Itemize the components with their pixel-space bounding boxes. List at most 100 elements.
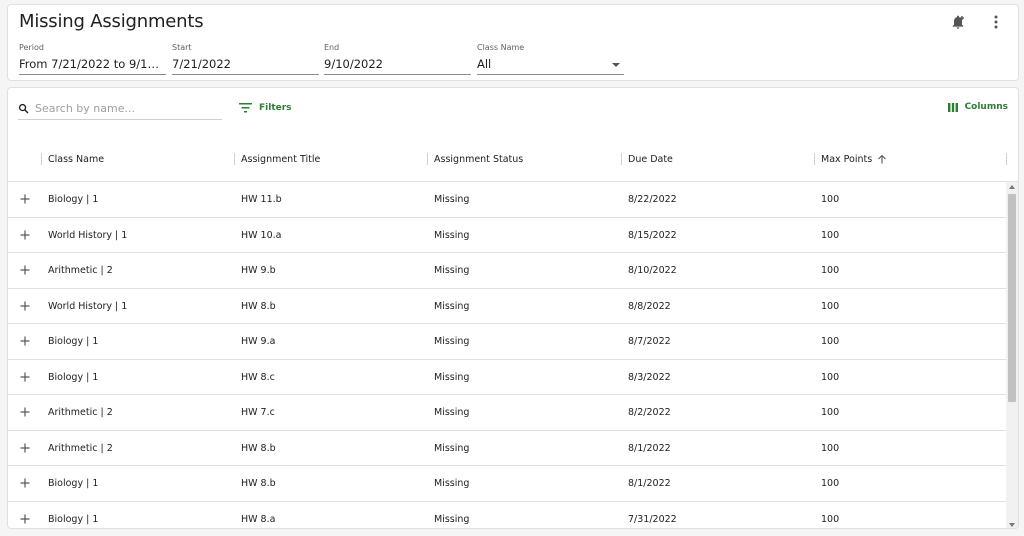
cell-assignment-status: Missing — [434, 194, 470, 205]
table-row[interactable]: Arithmetic | 2 HW 9.b Missing 8/10/2022 100 — [8, 253, 1006, 289]
table-row[interactable]: Arithmetic | 2 HW 8.b Missing 8/1/2022 100 — [8, 431, 1006, 466]
cell-assignment-title: HW 8.b — [241, 442, 276, 454]
cell-assignment-status: Missing — [434, 265, 470, 276]
table-row[interactable]: Biology | 1 HW 8.c Missing 8/3/2022 100 — [8, 360, 1006, 395]
cell-due-date: 8/7/2022 — [628, 336, 671, 347]
end-label: End — [324, 43, 340, 52]
cell-assignment-title: HW 9.a — [241, 336, 276, 347]
class-name-field[interactable]: Class Name All — [477, 43, 624, 75]
class-name-label: Class Name — [477, 43, 525, 52]
cell-due-date: 8/10/2022 — [628, 265, 677, 276]
header-card: Missing Assignments Period From 7/21/202… — [7, 4, 1019, 81]
cell-assignment-title: HW 8.b — [241, 478, 276, 489]
column-separator[interactable] — [234, 153, 235, 165]
cell-assignment-status: Missing — [434, 336, 470, 347]
period-field[interactable]: Period From 7/21/2022 to 9/1… — [19, 43, 166, 75]
cell-assignment-status: Missing — [434, 513, 470, 525]
cell-class-name: Biology | 1 — [48, 194, 99, 205]
cell-due-date: 8/1/2022 — [628, 442, 671, 454]
cell-assignment-title: HW 8.a — [241, 513, 276, 525]
cell-class-name: Arithmetic | 2 — [48, 407, 113, 418]
table-row[interactable]: Arithmetic | 2 HW 7.c Missing 8/2/2022 100 — [8, 395, 1006, 431]
table-row[interactable]: Biology | 1 HW 11.b Missing 8/22/2022 100 — [8, 182, 1006, 218]
table-row[interactable]: Biology | 1 HW 8.b Missing 8/1/2022 100 — [8, 466, 1006, 502]
cell-assignment-status: Missing — [434, 407, 470, 418]
expand-plus-icon[interactable] — [19, 193, 31, 205]
start-date-input[interactable]: 7/21/2022 — [172, 56, 319, 75]
cell-assignment-title: HW 8.b — [241, 300, 276, 312]
column-header-assignment-status[interactable]: Assignment Status — [434, 136, 523, 182]
cell-class-name: Arithmetic | 2 — [48, 442, 113, 454]
column-header-max-points[interactable]: Max Points — [821, 136, 887, 182]
start-label: Start — [172, 43, 192, 52]
start-field[interactable]: Start 7/21/2022 — [172, 43, 319, 75]
bell-plus-icon[interactable] — [948, 12, 968, 32]
expand-plus-icon[interactable] — [19, 300, 31, 312]
cell-assignment-title: HW 8.c — [241, 371, 275, 383]
column-separator[interactable] — [621, 153, 622, 165]
cell-max-points: 100 — [821, 300, 840, 312]
cell-class-name: Biology | 1 — [48, 371, 99, 383]
columns-button[interactable]: Columns — [947, 102, 1008, 112]
table-row[interactable]: Biology | 1 HW 8.a Missing 7/31/2022 100 — [8, 502, 1006, 529]
scroll-up-icon[interactable] — [1009, 185, 1015, 189]
period-label: Period — [19, 43, 44, 52]
table-row[interactable]: World History | 1 HW 8.b Missing 8/8/2022 10… — [8, 289, 1006, 324]
column-header-due-date[interactable]: Due Date — [628, 136, 673, 182]
cell-max-points: 100 — [821, 229, 840, 241]
class-name-select[interactable]: All — [477, 56, 624, 75]
cell-max-points: 100 — [821, 371, 840, 383]
expand-plus-icon[interactable] — [19, 477, 31, 489]
cell-max-points: 100 — [821, 407, 840, 418]
cell-assignment-status: Missing — [434, 371, 470, 383]
columns-button-label: Columns — [964, 102, 1008, 112]
cell-assignment-title: HW 10.a — [241, 229, 282, 241]
table-row[interactable]: World History | 1 HW 10.a Missing 8/15/2022… — [8, 218, 1006, 253]
column-header-assignment-title[interactable]: Assignment Title — [241, 136, 320, 182]
cell-class-name: World History | 1 — [48, 300, 128, 312]
arrow-up-icon[interactable] — [878, 154, 887, 164]
cell-due-date: 8/1/2022 — [628, 478, 671, 489]
filters-button[interactable]: Filters — [239, 102, 292, 113]
search-box[interactable] — [18, 98, 222, 120]
column-header-class-name[interactable]: Class Name — [48, 136, 104, 182]
cell-assignment-title: HW 9.b — [241, 265, 276, 276]
end-date-input[interactable]: 9/10/2022 — [324, 56, 471, 75]
search-icon — [18, 103, 29, 114]
cell-max-points: 100 — [821, 478, 840, 489]
expand-plus-icon[interactable] — [19, 513, 31, 525]
class-name-select-value: All — [477, 57, 492, 71]
cell-class-name: Biology | 1 — [48, 336, 99, 347]
cell-due-date: 8/3/2022 — [628, 371, 671, 383]
search-input[interactable] — [35, 102, 215, 115]
expand-plus-icon[interactable] — [19, 406, 31, 418]
cell-assignment-status: Missing — [434, 300, 470, 312]
cell-class-name: World History | 1 — [48, 229, 128, 241]
scrollbar-thumb[interactable] — [1008, 194, 1016, 402]
data-grid: Filters Columns Class Name Assignment Ti… — [7, 87, 1019, 529]
column-separator[interactable] — [41, 153, 42, 165]
expand-plus-icon[interactable] — [19, 264, 31, 276]
grid-body: Biology | 1 HW 11.b Missing 8/22/2022 100 Wor… — [8, 182, 1006, 529]
period-value[interactable]: From 7/21/2022 to 9/1… — [19, 56, 166, 75]
table-row[interactable]: Biology | 1 HW 9.a Missing 8/7/2022 100 — [8, 324, 1006, 360]
column-header-row: Class Name Assignment Title Assignment S… — [8, 136, 1018, 182]
expand-plus-icon[interactable] — [19, 371, 31, 383]
scroll-down-icon[interactable] — [1009, 523, 1015, 527]
cell-assignment-status: Missing — [434, 229, 470, 241]
cell-class-name: Arithmetic | 2 — [48, 265, 113, 276]
expand-plus-icon[interactable] — [19, 442, 31, 454]
more-vertical-icon[interactable] — [986, 12, 1006, 32]
cell-due-date: 7/31/2022 — [628, 513, 677, 525]
end-field[interactable]: End 9/10/2022 — [324, 43, 471, 75]
cell-class-name: Biology | 1 — [48, 513, 99, 525]
filters-button-label: Filters — [259, 102, 292, 113]
expand-plus-icon[interactable] — [19, 229, 31, 241]
expand-plus-icon[interactable] — [19, 335, 31, 347]
cell-max-points: 100 — [821, 265, 840, 276]
column-separator[interactable] — [1006, 153, 1007, 165]
column-separator[interactable] — [814, 153, 815, 165]
column-separator[interactable] — [427, 153, 428, 165]
vertical-scrollbar[interactable] — [1006, 182, 1018, 528]
cell-due-date: 8/15/2022 — [628, 229, 677, 241]
